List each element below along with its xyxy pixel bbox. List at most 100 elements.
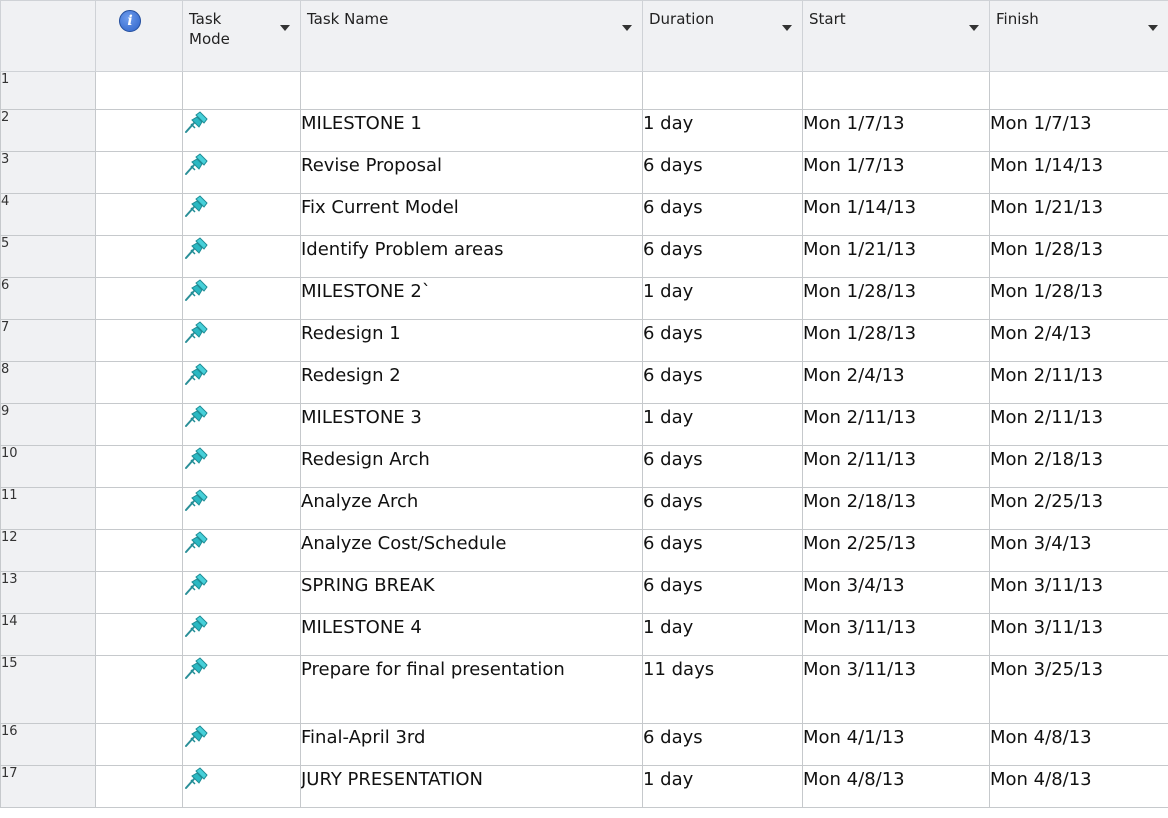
chevron-down-icon[interactable] [782,25,792,31]
duration-cell[interactable]: 1 day [642,109,803,152]
task-name-column-header[interactable]: Task Name [300,0,643,72]
row-number[interactable]: 9 [0,403,96,446]
row-number[interactable]: 13 [0,571,96,614]
start-cell[interactable]: Mon 2/25/13 [802,529,990,572]
duration-cell[interactable]: 6 days [642,445,803,488]
finish-column-header[interactable]: Finish [989,0,1168,72]
task-mode-cell[interactable] [182,361,301,404]
finish-cell[interactable]: Mon 3/11/13 [989,613,1168,656]
select-all-corner[interactable] [0,0,96,72]
indicator-cell[interactable] [95,487,183,530]
indicator-cell[interactable] [95,403,183,446]
indicator-cell[interactable] [95,723,183,766]
finish-cell[interactable]: Mon 4/8/13 [989,723,1168,766]
row-number[interactable]: 12 [0,529,96,572]
indicator-cell[interactable] [95,613,183,656]
table-row[interactable]: 3 Revise Proposal 6 days Mon 1/7/13 Mon 1/1… [0,151,1168,194]
duration-cell[interactable]: 1 day [642,765,803,808]
finish-cell[interactable]: Mon 4/8/13 [989,765,1168,808]
task-mode-cell[interactable] [182,151,301,194]
table-row[interactable]: 4 Fix Current Model 6 days Mon 1/14/13 Mon … [0,193,1168,236]
start-cell[interactable]: Mon 4/1/13 [802,723,990,766]
task-name-cell[interactable]: SPRING BREAK [300,571,643,614]
duration-cell[interactable]: 6 days [642,193,803,236]
task-mode-cell[interactable] [182,445,301,488]
finish-cell[interactable]: Mon 1/14/13 [989,151,1168,194]
task-mode-cell[interactable] [182,277,301,320]
chevron-down-icon[interactable] [622,25,632,31]
duration-cell[interactable]: 6 days [642,529,803,572]
table-row[interactable]: 17 JURY PRESENTATION 1 day Mon 4/8/13 Mon 4… [0,765,1168,808]
start-cell[interactable]: Mon 1/7/13 [802,109,990,152]
chevron-down-icon[interactable] [969,25,979,31]
task-mode-cell[interactable] [182,723,301,766]
task-name-cell[interactable]: Analyze Cost/Schedule [300,529,643,572]
task-mode-cell[interactable] [182,613,301,656]
task-name-cell[interactable]: MILESTONE 1 [300,109,643,152]
finish-cell[interactable]: Mon 3/4/13 [989,529,1168,572]
finish-cell[interactable]: Mon 2/25/13 [989,487,1168,530]
indicator-cell[interactable] [95,235,183,278]
start-cell[interactable]: Mon 2/18/13 [802,487,990,530]
table-row[interactable]: 15 Prepare for final presentation 11 days… [0,655,1168,724]
task-name-cell[interactable]: Redesign 2 [300,361,643,404]
duration-cell[interactable]: 6 days [642,361,803,404]
task-mode-cell[interactable] [182,655,301,724]
finish-cell[interactable]: Mon 2/4/13 [989,319,1168,362]
task-name-cell[interactable]: MILESTONE 4 [300,613,643,656]
task-mode-cell[interactable] [182,319,301,362]
indicator-cell[interactable] [95,193,183,236]
task-name-cell[interactable]: Redesign 1 [300,319,643,362]
duration-cell[interactable]: 6 days [642,151,803,194]
task-mode-cell[interactable] [182,571,301,614]
task-mode-column-header[interactable]: Task Mode [182,0,301,72]
row-number[interactable]: 4 [0,193,96,236]
table-row[interactable]: 13 SPRING BREAK 6 days Mon 3/4/13 Mon 3/11/… [0,571,1168,614]
indicator-cell[interactable] [95,529,183,572]
duration-column-header[interactable]: Duration [642,0,803,72]
table-row[interactable]: 14 MILESTONE 41 day Mon 3/11/13 Mon 3/11/1… [0,613,1168,656]
task-name-cell[interactable]: JURY PRESENTATION [300,765,643,808]
chevron-down-icon[interactable] [1148,25,1158,31]
start-cell[interactable]: Mon 2/4/13 [802,361,990,404]
start-cell[interactable]: Mon 1/21/13 [802,235,990,278]
table-row[interactable]: 11 Analyze Arch 6 days Mon 2/18/13 Mon 2/25… [0,487,1168,530]
indicator-cell[interactable] [95,765,183,808]
task-name-cell[interactable]: Redesign Arch [300,445,643,488]
indicator-cell[interactable] [95,151,183,194]
start-cell[interactable]: Mon 2/11/13 [802,403,990,446]
row-number[interactable]: 3 [0,151,96,194]
start-column-header[interactable]: Start [802,0,990,72]
indicator-cell[interactable] [95,277,183,320]
duration-cell[interactable]: 6 days [642,487,803,530]
duration-cell[interactable]: 1 day [642,277,803,320]
finish-cell[interactable]: Mon 1/28/13 [989,235,1168,278]
start-cell[interactable]: Mon 3/11/13 [802,613,990,656]
finish-cell[interactable]: Mon 1/21/13 [989,193,1168,236]
task-mode-cell[interactable] [182,487,301,530]
table-row[interactable]: 10 Redesign Arch 6 days Mon 2/11/13 Mon 2/1… [0,445,1168,488]
task-mode-cell[interactable] [182,71,301,110]
task-mode-cell[interactable] [182,193,301,236]
row-number[interactable]: 2 [0,109,96,152]
finish-cell[interactable]: Mon 3/25/13 [989,655,1168,724]
table-row[interactable]: 6 MILESTONE 2` 1 day Mon 1/28/13 Mon 1/28/1… [0,277,1168,320]
task-mode-cell[interactable] [182,235,301,278]
indicator-cell[interactable] [95,109,183,152]
task-name-cell[interactable]: MILESTONE 3 [300,403,643,446]
row-number[interactable]: 16 [0,723,96,766]
task-name-cell[interactable] [300,71,643,110]
row-number[interactable]: 10 [0,445,96,488]
table-row[interactable]: 9 MILESTONE 31 day Mon 2/11/13 Mon 2/11/13 [0,403,1168,446]
task-name-cell[interactable]: Revise Proposal [300,151,643,194]
task-name-cell[interactable]: Identify Problem areas [300,235,643,278]
task-mode-cell[interactable] [182,109,301,152]
duration-cell[interactable]: 1 day [642,613,803,656]
row-number[interactable]: 6 [0,277,96,320]
table-row[interactable]: 1 [0,71,1168,110]
finish-cell[interactable]: Mon 3/11/13 [989,571,1168,614]
task-mode-cell[interactable] [182,765,301,808]
task-mode-cell[interactable] [182,529,301,572]
table-row[interactable]: 16 Final-April 3rd 6 days Mon 4/1/13 Mon 4/… [0,723,1168,766]
start-cell[interactable]: Mon 1/28/13 [802,277,990,320]
